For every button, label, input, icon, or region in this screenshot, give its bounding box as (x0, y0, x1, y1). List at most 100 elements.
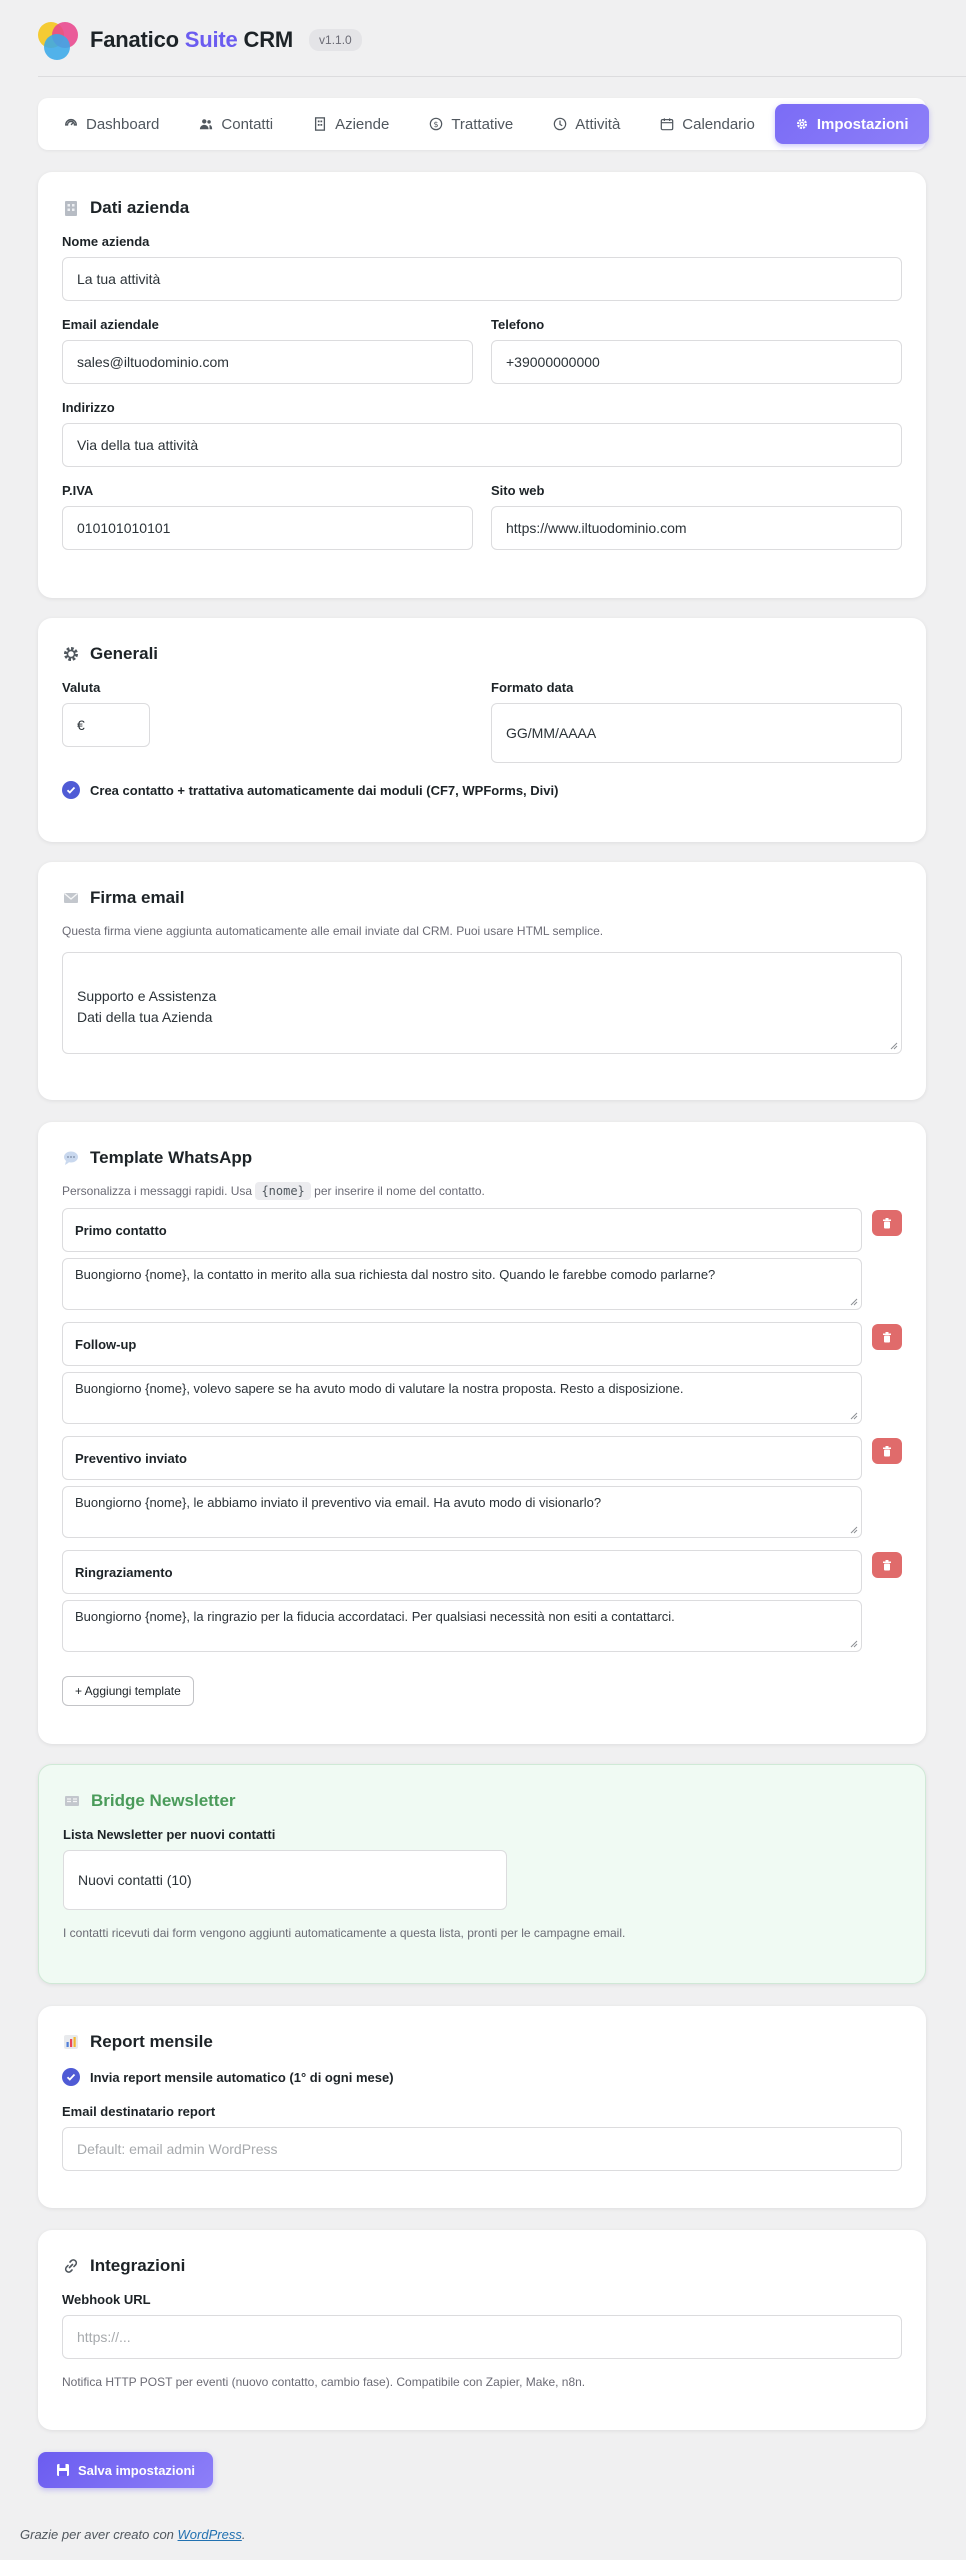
monthly-report-option: Invia report mensile automatico (1° di o… (62, 2068, 902, 2086)
trash-icon (883, 1331, 891, 1342)
dashboard-icon (65, 118, 77, 126)
general-card: Generali Valuta € Formato data GG/MM/AAA… (38, 618, 926, 842)
delete-template-button[interactable] (872, 1324, 902, 1350)
template-text-input[interactable]: Buongiorno {nome}, la contatto in merito… (62, 1258, 862, 1310)
settings-gear-icon (64, 647, 78, 661)
template-name-input[interactable]: Follow-up (62, 1322, 862, 1366)
vat-input[interactable]: 010101010101 (62, 506, 473, 550)
address-label: Indirizzo (62, 400, 115, 415)
resize-handle-icon (850, 1298, 858, 1306)
tab-aziende[interactable]: Aziende (293, 104, 409, 144)
app-logo (38, 20, 78, 60)
newsletter-icon (65, 1796, 79, 1806)
currency-input[interactable]: € (62, 703, 150, 747)
report-email-label: Email destinatario report (62, 2104, 216, 2119)
date-format-label: Formato data (491, 680, 574, 695)
whatsapp-title: Template WhatsApp (62, 1146, 902, 1170)
resize-handle-icon (850, 1412, 858, 1420)
auto-create-checkbox[interactable] (62, 781, 80, 799)
company-name-input[interactable]: La tua attività (62, 257, 902, 301)
tab-trattative[interactable]: $ Trattative (409, 104, 533, 144)
tab-contatti[interactable]: Contatti (179, 104, 293, 144)
save-settings-button[interactable]: Salva impostazioni (38, 2452, 214, 2488)
report-title: Report mensile (62, 2030, 902, 2054)
users-icon (200, 119, 213, 130)
integrations-card: Integrazioni Webhook URL https://... Not… (38, 2230, 926, 2430)
template-item: Preventivo inviato Buongiorno {nome}, le… (62, 1436, 902, 1538)
placeholder-code: {nome} (255, 1182, 311, 1200)
template-name-input[interactable]: Primo contatto (62, 1208, 862, 1252)
auto-create-option: Crea contatto + trattativa automaticamen… (62, 781, 902, 799)
company-email-input[interactable]: sales@iltuodominio.com (62, 340, 473, 384)
whatsapp-card: Template WhatsApp Personalizza i messagg… (38, 1122, 926, 1744)
clock-icon (553, 117, 567, 131)
template-text-input[interactable]: Buongiorno {nome}, le abbiamo inviato il… (62, 1486, 862, 1538)
tab-dashboard[interactable]: Dashboard (44, 104, 179, 144)
version-badge: v1.1.0 (309, 29, 362, 51)
template-name-input[interactable]: Preventivo inviato (62, 1436, 862, 1480)
trash-icon (883, 1217, 891, 1228)
currency-label: Valuta (62, 680, 101, 695)
signature-card: Firma email Questa firma viene aggiunta … (38, 862, 926, 1100)
trash-icon (883, 1559, 891, 1570)
floppy-disk-icon (57, 2464, 69, 2476)
newsletter-help: I contatti ricevuti dai form vengono agg… (63, 1926, 626, 1940)
resize-handle-icon (890, 1042, 898, 1050)
tab-calendario[interactable]: Calendario (640, 104, 775, 144)
newsletter-list-select[interactable]: Nuovi contatti (10) (63, 1850, 507, 1910)
phone-input[interactable]: +39000000000 (491, 340, 902, 384)
signature-title: Firma email (62, 886, 902, 910)
app-header: Fanatico Suite CRM v1.1.0 (38, 20, 362, 60)
svg-text:$: $ (434, 120, 439, 129)
company-email-label: Email aziendale (62, 317, 159, 332)
delete-template-button[interactable] (872, 1210, 902, 1236)
company-card: Dati azienda Nome azienda La tua attivit… (38, 172, 926, 598)
signature-textarea[interactable]: Supporto e Assistenza Dati della tua Azi… (62, 952, 902, 1054)
app-title: Fanatico Suite CRM (90, 27, 294, 52)
template-text-input[interactable]: Buongiorno {nome}, volevo sapere se ha a… (62, 1372, 862, 1424)
admin-footer: Grazie per aver creato con WordPress. (20, 2527, 246, 2542)
webhook-input[interactable]: https://... (62, 2315, 902, 2359)
tab-attivita[interactable]: Attività (533, 104, 640, 144)
website-label: Sito web (491, 483, 545, 498)
gear-icon (796, 118, 807, 130)
resize-handle-icon (850, 1640, 858, 1648)
tab-impostazioni[interactable]: Impostazioni (774, 104, 929, 144)
check-icon (66, 786, 76, 794)
trash-icon (883, 1445, 891, 1456)
calendar-icon (660, 118, 674, 131)
template-text-input[interactable]: Buongiorno {nome}, la ringrazio per la f… (62, 1600, 862, 1652)
newsletter-card: Bridge Newsletter Lista Newsletter per n… (38, 1764, 926, 1984)
vat-label: P.IVA (62, 483, 94, 498)
speech-bubble-icon (64, 1151, 78, 1165)
header-divider (38, 76, 966, 77)
link-icon (64, 2259, 78, 2273)
check-icon (66, 2073, 76, 2081)
whatsapp-help: Personalizza i messaggi rapidi. Usa {nom… (62, 1182, 485, 1200)
webhook-help: Notifica HTTP POST per eventi (nuovo con… (62, 2375, 586, 2389)
newsletter-list-label: Lista Newsletter per nuovi contatti (63, 1827, 276, 1842)
report-card: Report mensile Invia report mensile auto… (38, 2006, 926, 2208)
date-format-select[interactable]: GG/MM/AAAA (491, 703, 902, 763)
add-template-button[interactable]: + Aggiungi template (62, 1676, 194, 1706)
envelope-icon (64, 892, 78, 903)
newsletter-title: Bridge Newsletter (63, 1789, 901, 1813)
wordpress-link[interactable]: WordPress (178, 2527, 242, 2542)
dollar-icon: $ (430, 117, 443, 131)
company-name-label: Nome azienda (62, 234, 150, 249)
address-input[interactable]: Via della tua attività (62, 423, 902, 467)
delete-template-button[interactable] (872, 1552, 902, 1578)
building-icon (315, 117, 326, 131)
delete-template-button[interactable] (872, 1438, 902, 1464)
template-item: Follow-up Buongiorno {nome}, volevo sape… (62, 1322, 902, 1424)
template-item: Ringraziamento Buongiorno {nome}, la rin… (62, 1550, 902, 1652)
webhook-label: Webhook URL (62, 2292, 151, 2307)
main-nav: Dashboard Contatti Aziende $ Trattative … (38, 98, 929, 150)
monthly-report-checkbox[interactable] (62, 2068, 80, 2086)
report-email-input[interactable]: Default: email admin WordPress (62, 2127, 902, 2171)
integrations-title: Integrazioni (62, 2254, 902, 2278)
company-title: Dati azienda (62, 196, 902, 220)
website-input[interactable]: https://www.iltuodominio.com (491, 506, 902, 550)
template-name-input[interactable]: Ringraziamento (62, 1550, 862, 1594)
resize-handle-icon (850, 1526, 858, 1534)
